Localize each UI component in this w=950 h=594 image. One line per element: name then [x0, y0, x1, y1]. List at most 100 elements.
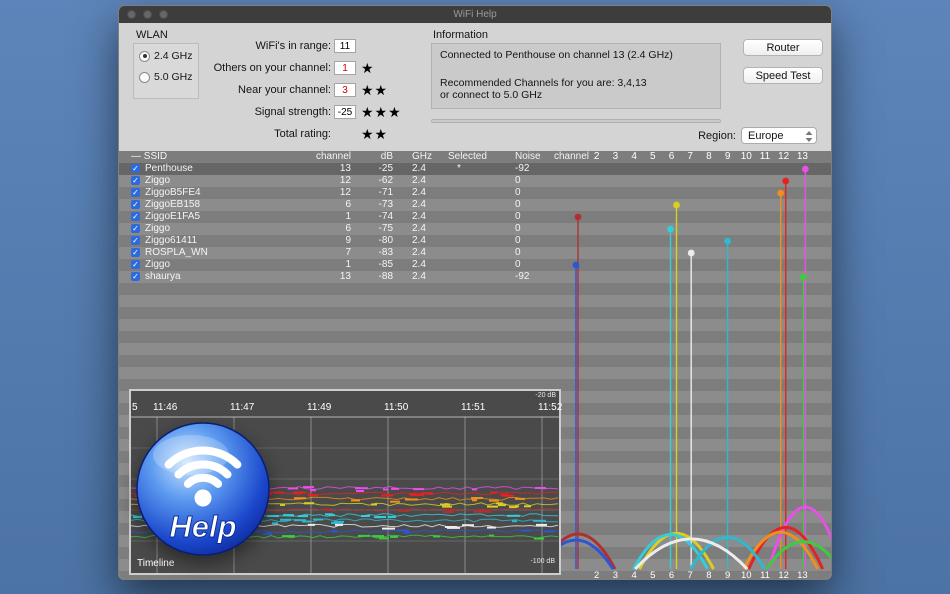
noise-cell: 0 [515, 247, 521, 258]
header-ssid[interactable]: — SSID [131, 151, 167, 163]
row-checkbox[interactable]: ✓ [131, 248, 140, 257]
table-row[interactable]: ✓ ZiggoEB158 6 -73 2.4 0 [119, 199, 831, 211]
wifis-in-range-input[interactable] [334, 39, 356, 54]
ghz-cell: 2.4 [412, 175, 426, 186]
header-db[interactable]: dB [359, 151, 393, 163]
scan-progress-bar [431, 119, 721, 123]
noise-cell: -92 [515, 271, 530, 282]
row-checkbox[interactable]: ✓ [131, 260, 140, 269]
table-row[interactable]: ✓ ROSPLA_WN 7 -83 2.4 0 [119, 247, 831, 259]
row-checkbox[interactable]: ✓ [131, 272, 140, 281]
db-cell: -83 [378, 247, 393, 258]
channel-tick-label: 7 [687, 151, 693, 162]
speed-test-button[interactable]: Speed Test [743, 67, 823, 84]
wifi-help-window: WiFi Help WLAN 2.4 GHz 5.0 GHz WiFi's in… [118, 5, 832, 580]
ghz-cell: 2.4 [412, 199, 426, 210]
table-row[interactable]: ✓ Ziggo 12 -62 2.4 0 [119, 175, 831, 187]
db-cell: -88 [378, 271, 393, 282]
near-channel-input[interactable] [334, 83, 356, 98]
table-row[interactable]: ✓ shaurya 13 -88 2.4 -92 [119, 271, 831, 283]
table-row[interactable]: ✓ Ziggo 6 -75 2.4 0 [119, 223, 831, 235]
header-noise[interactable]: Noise [515, 151, 541, 163]
minimize-button[interactable] [143, 10, 152, 19]
channel-tick-label: 3 [612, 151, 619, 162]
region-row: Region: Europe [698, 127, 817, 144]
information-label: Information [433, 29, 489, 41]
row-checkbox[interactable]: ✓ [131, 188, 140, 197]
titlebar[interactable]: WiFi Help [119, 6, 831, 23]
channel-tick-label: 2 [594, 570, 600, 580]
row-checkbox[interactable]: ✓ [131, 176, 140, 185]
others-on-channel-label: Others on your channel: [213, 62, 331, 75]
channel-tick-label: 8 [706, 151, 712, 162]
rating-stars: ★★★ [361, 104, 402, 121]
channel-cell: 13 [339, 163, 351, 174]
region-select[interactable]: Europe [741, 127, 817, 144]
channel-tick-label: 4 [631, 151, 637, 162]
ghz-cell: 2.4 [412, 187, 426, 198]
channel-tick-label: 2 [593, 151, 600, 162]
signal-strength-label: Signal strength: [254, 106, 331, 119]
channel-tick-label: 3 [612, 570, 619, 580]
signal-strength-input[interactable] [334, 105, 356, 120]
traffic-lights [127, 10, 168, 19]
channel-tick-label: 5 [650, 151, 656, 162]
network-table-body: ✓ Penthouse 13 -25 2.4 * -92 ✓ Ziggo 12 -62 2.4 0 ✓ Zi… [119, 163, 831, 283]
ghz-cell: 2.4 [412, 235, 426, 246]
ssid-cell: Ziggo61411 [145, 235, 198, 246]
time-label: 11:52 [538, 402, 563, 413]
form-row-others-on-channel: Others on your channel: ★ [141, 60, 375, 76]
info-line-recommended: Recommended Channels for you are: 3,4,13 [440, 77, 647, 89]
ghz-cell: 2.4 [412, 211, 426, 222]
row-checkbox[interactable]: ✓ [131, 200, 140, 209]
ssid-cell: Ziggo [145, 175, 171, 186]
noise-cell: 0 [515, 211, 521, 222]
header-channel[interactable]: channel [315, 151, 351, 163]
table-row[interactable]: ✓ ZiggoE1FA5 1 -74 2.4 0 [119, 211, 831, 223]
channel-cell: 9 [345, 235, 351, 246]
ssid-cell: Penthouse [145, 163, 193, 174]
channel-tick-label: 12 [778, 151, 790, 162]
noise-cell: 0 [515, 175, 521, 186]
noise-cell: -92 [515, 163, 530, 174]
channel-tick-label: 5 [650, 570, 656, 580]
timeline-time-labels: 5 11:46 11:47 11:49 11:50 11:51 11:52 [131, 402, 563, 414]
chart-axis-label: channel [553, 151, 589, 162]
noise-cell: 0 [515, 199, 521, 210]
header-selected[interactable]: Selected [448, 151, 487, 163]
zoom-button[interactable] [159, 10, 168, 19]
channel-cell: 1 [345, 259, 351, 270]
channel-tick-label: 6 [668, 570, 675, 580]
table-row[interactable]: ✓ Penthouse 13 -25 2.4 * -92 [119, 163, 831, 175]
form-row-wifis-in-range: WiFi's in range: [141, 38, 361, 54]
others-on-channel-input[interactable] [334, 61, 356, 76]
channel-cell: 13 [339, 271, 351, 282]
channel-tick-label: 9 [724, 570, 731, 580]
time-label: 11:49 [307, 402, 332, 413]
channel-tick-label: 11 [760, 570, 770, 580]
region-label: Region: [698, 129, 736, 142]
header-ghz[interactable]: GHz [412, 151, 432, 163]
top-panel: WLAN 2.4 GHz 5.0 GHz WiFi's in range: Ot… [119, 23, 831, 151]
noise-cell: 0 [515, 259, 521, 270]
row-checkbox[interactable]: ✓ [131, 224, 140, 233]
db-cell: -75 [378, 223, 393, 234]
row-checkbox[interactable]: ✓ [131, 236, 140, 245]
table-row[interactable]: ✓ Ziggo61411 9 -80 2.4 0 [119, 235, 831, 247]
time-label: 11:51 [461, 402, 486, 413]
table-row[interactable]: ✓ Ziggo 1 -85 2.4 0 [119, 259, 831, 271]
db-cell: -80 [378, 235, 393, 246]
close-button[interactable] [127, 10, 136, 19]
ssid-cell: shaurya [145, 271, 181, 282]
time-label: 5 [132, 402, 138, 413]
time-label: 11:47 [230, 402, 255, 413]
ssid-cell: ROSPLA_WN [145, 247, 208, 258]
channel-tick-label: 6 [668, 151, 675, 162]
db-cell: -74 [378, 211, 393, 222]
ghz-cell: 2.4 [412, 163, 426, 174]
row-checkbox[interactable]: ✓ [131, 164, 140, 173]
router-button[interactable]: Router [743, 39, 823, 56]
table-row[interactable]: ✓ ZiggoB5FE4 12 -71 2.4 0 [119, 187, 831, 199]
channel-tick-label: 10 [740, 151, 752, 162]
row-checkbox[interactable]: ✓ [131, 212, 140, 221]
